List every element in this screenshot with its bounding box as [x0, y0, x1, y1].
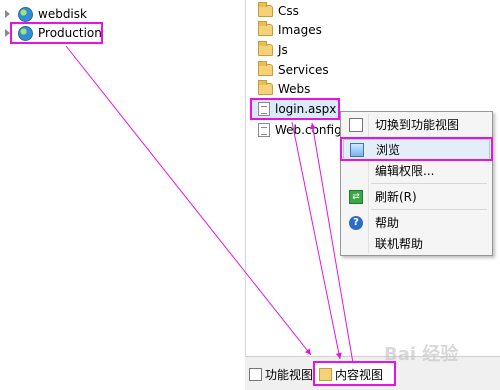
- annotation-arrows: [65, 45, 354, 364]
- arrow-line: [65, 45, 312, 356]
- watermark: Bai 经验: [384, 344, 459, 365]
- arrow-line: [291, 121, 342, 360]
- arrow-line: [310, 122, 354, 364]
